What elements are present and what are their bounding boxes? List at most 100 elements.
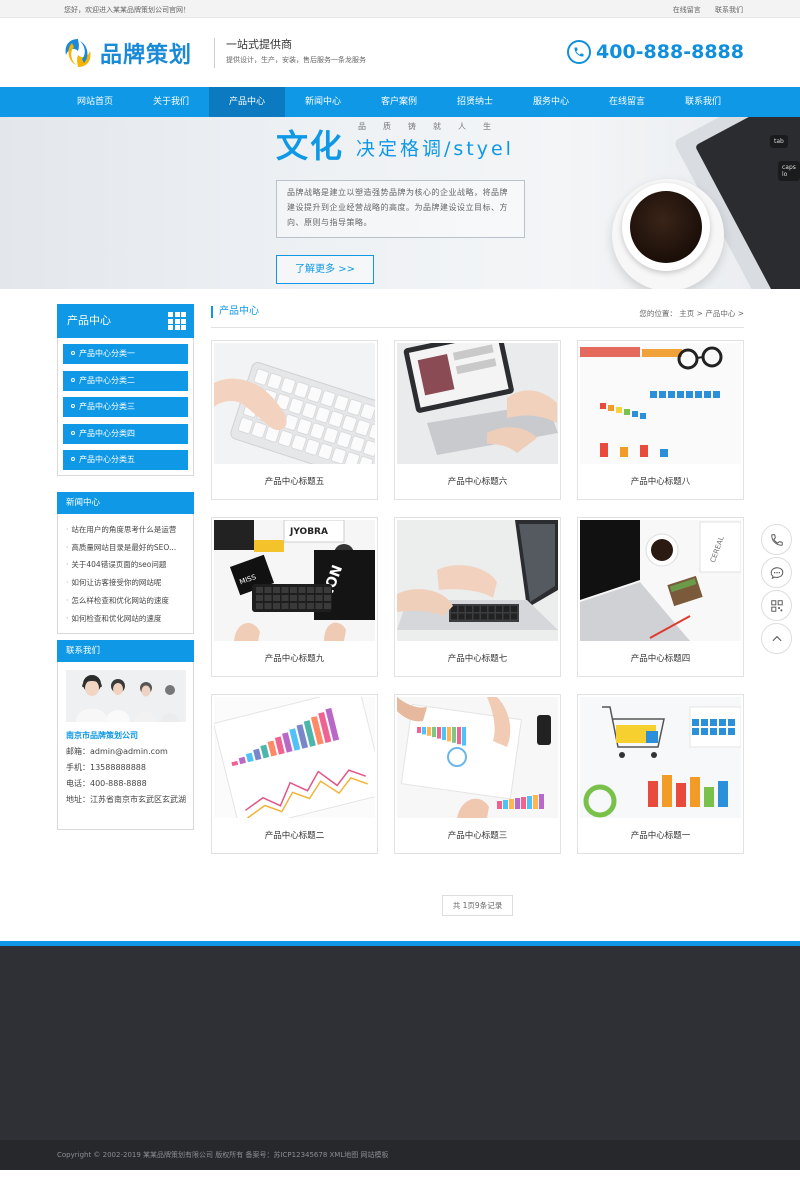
nav-item-1[interactable]: 关于我们 [133,87,209,117]
news-link[interactable]: 怎么样检查和优化网站的速度 [66,592,185,610]
nav-item-0[interactable]: 网站首页 [57,87,133,117]
product-image[interactable] [580,697,741,818]
product-image[interactable] [397,697,558,818]
hero-banner: tab caps lo 文化 品质铸就人生 决定格调/styel 品牌战略是建立… [0,117,800,289]
sidebar-product-title: 产品中心 [57,304,194,338]
product-title[interactable]: 产品中心标题三 [395,818,560,854]
product-card[interactable]: 产品中心标题七 [394,517,561,677]
contact-mobile: 手机：13588888888 [66,763,146,772]
product-title[interactable]: 产品中心标题一 [578,818,743,854]
contact-tel: 电话：400-888-8888 [66,779,147,788]
product-title[interactable]: 产品中心标题七 [395,641,560,677]
nav-item-5[interactable]: 招贤纳士 [437,87,513,117]
category-item[interactable]: 产品中心分类三 [63,397,188,417]
banner-tagline: 决定格调/styel [356,138,514,160]
bullet-icon [71,404,75,408]
top-link-contact[interactable]: 联系我们 [715,6,743,14]
product-image[interactable] [397,520,558,641]
welcome-text: 您好，欢迎进入某某品牌策划公司官网！ [64,6,190,14]
category-label: 产品中心分类三 [79,402,135,411]
product-image[interactable] [214,697,375,818]
nav-item-2[interactable]: 产品中心 [209,87,285,117]
page-bottom [0,1170,800,1187]
product-card[interactable]: 产品中心标题二 [211,694,378,854]
logo[interactable]: 品牌策划 [62,36,192,70]
news-link[interactable]: 如何让访客接受你的网站呢 [66,574,185,592]
product-image[interactable]: JYOBRA TION MISS [214,520,375,641]
nav-item-6[interactable]: 服务中心 [513,87,589,117]
product-title[interactable]: 产品中心标题二 [212,818,377,854]
product-title[interactable]: 产品中心标题八 [578,464,743,500]
chat-icon[interactable] [761,557,792,588]
product-title[interactable]: 产品中心标题九 [212,641,377,677]
category-item[interactable]: 产品中心分类五 [63,450,188,470]
product-card[interactable]: JYOBRA TION MISS 产品中心标题九 [211,517,378,677]
product-title[interactable]: 产品中心标题五 [212,464,377,500]
pagination-info: 共 1页9条记录 [442,895,513,916]
qrcode-icon[interactable] [761,590,792,621]
product-card[interactable]: 产品中心标题八 [577,340,744,500]
news-link[interactable]: 高质量网站目录是最好的SEO... [66,539,185,557]
phone-icon[interactable] [761,524,792,555]
key-caps: caps lo [778,161,800,181]
news-link[interactable]: 关于404错误页面的seo问题 [66,556,185,574]
slogan-title: 一站式提供商 [226,38,292,51]
up-arrow-icon[interactable] [761,623,792,654]
banner-small-text: 品质铸就人生 [358,122,508,131]
sidebar: 产品中心 产品中心分类一 产品中心分类二 产品中心分类三 产品中心分类四 产品中心分类五… [57,304,194,830]
main-nav: 网站首页 关于我们 产品中心 新闻中心 客户案例 招贤纳士 服务中心 在线留言 联系我们 [0,87,800,117]
contact-panel: 南京市品牌策划公司 邮箱：admin@admin.com 手机：13588888… [57,662,194,830]
category-label: 产品中心分类二 [79,375,135,385]
category-list: 产品中心分类一 产品中心分类二 产品中心分类三 产品中心分类四 产品中心分类五 [57,338,194,476]
category-label: 产品中心分类五 [79,455,135,464]
nav-item-3[interactable]: 新闻中心 [285,87,361,117]
product-image[interactable] [397,343,558,464]
site-header: 品牌策划 一站式提供商 提供设计，生产，安装，售后服务一条龙服务 400-888… [0,18,800,87]
customer-service-image [66,670,186,722]
main-content: 产品中心 您的位置： 主页 > 产品中心 > 产品中心标题五 产品中心标题六 产品中… [211,304,744,854]
product-card[interactable]: 产品中心标题一 [577,694,744,854]
product-card[interactable]: 产品中心标题五 [211,340,378,500]
nav-item-7[interactable]: 在线留言 [589,87,665,117]
slogan-subtitle: 提供设计，生产，安装，售后服务一条龙服务 [226,56,366,64]
product-card[interactable]: 产品中心标题六 [394,340,561,500]
floating-toolbar [761,524,794,656]
product-title[interactable]: 产品中心标题四 [578,641,743,677]
logo-text: 品牌策划 [100,43,193,68]
nav-item-8[interactable]: 联系我们 [665,87,741,117]
nav-item-4[interactable]: 客户案例 [361,87,437,117]
news-link[interactable]: 如何检查和优化网站的速度 [66,610,185,628]
news-link[interactable]: 站在用户的角度思考什么是运营 [66,521,185,539]
banner-headline: 文化 [276,127,345,165]
top-link-message[interactable]: 在线留言 [673,6,701,14]
category-label: 产品中心分类一 [79,349,135,358]
section-header: 产品中心 您的位置： 主页 > 产品中心 > [211,304,744,328]
category-item[interactable]: 产品中心分类四 [63,423,188,444]
product-image[interactable]: CEREAL [580,520,741,641]
category-item[interactable]: 产品中心分类一 [63,344,188,364]
product-card[interactable]: CEREAL 产品中心标题四 [577,517,744,677]
copyright: Copyright © 2002-2019 某某品牌策划有限公司 版权所有 备案… [0,1140,800,1170]
banner-description: 品牌战略是建立以塑造强势品牌为核心的企业战略，将品牌建设提升到企业经营战略的高度… [276,180,525,238]
product-image[interactable] [214,343,375,464]
category-item[interactable]: 产品中心分类二 [63,370,188,391]
contact-address: 地址：江苏省南京市玄武区玄武湖 [66,795,186,804]
breadcrumb: 您的位置： 主页 > 产品中心 > [639,309,744,318]
sidebar-contact-title: 联系我们 [57,640,194,662]
hotline: 400-888-8888 [567,40,744,64]
bullet-icon [71,430,75,435]
sidebar-news-title: 新闻中心 [57,492,194,514]
category-label: 产品中心分类四 [79,428,135,438]
product-image[interactable] [580,343,741,464]
hotline-number: 400-888-8888 [596,41,744,63]
bullet-icon [71,377,75,382]
svg-text:JYOBRA: JYOBRA [289,527,328,537]
grid-icon [168,312,186,330]
coffee-image [630,191,702,263]
top-links: 在线留言 联系我们 [661,5,743,15]
product-title[interactable]: 产品中心标题六 [395,464,560,500]
section-title: 产品中心 [211,306,259,318]
product-card[interactable]: 产品中心标题三 [394,694,561,854]
bullet-icon [71,457,75,461]
learn-more-button[interactable]: 了解更多 >> [276,255,374,284]
